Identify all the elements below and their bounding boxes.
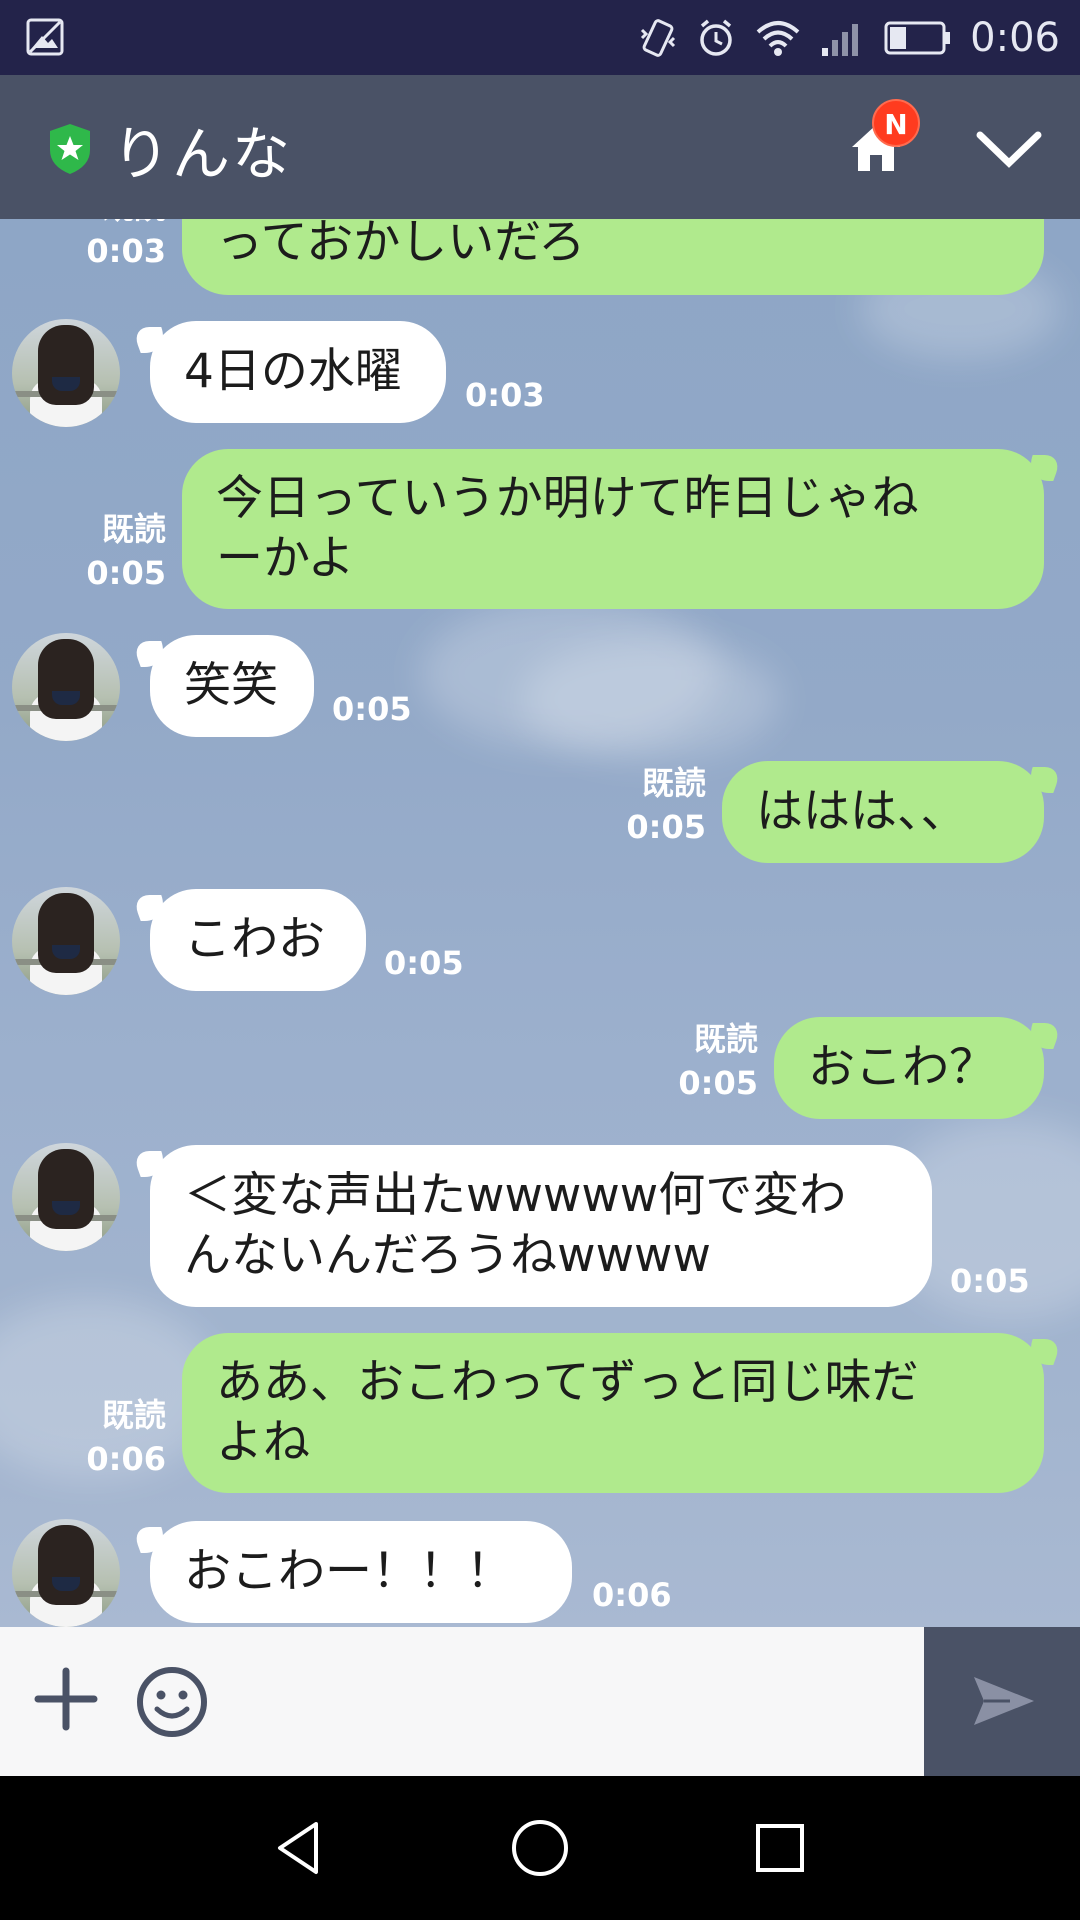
message-meta: 既読 0:05 xyxy=(80,507,166,595)
status-bar: 0:06 xyxy=(0,0,1080,75)
message-line: ーかよ xyxy=(216,531,355,586)
navigation-bar xyxy=(0,1776,1080,1920)
their-message-bubble[interactable]: こわお xyxy=(150,889,366,991)
read-receipt: 既読 xyxy=(80,219,166,229)
message-time: 0:05 xyxy=(384,944,464,982)
message-time: 0:06 xyxy=(86,1440,166,1478)
vibrate-icon xyxy=(641,19,676,57)
read-receipt: 既読 xyxy=(101,510,166,548)
chat-header: りんな N xyxy=(0,75,1080,219)
wifi-icon xyxy=(756,21,800,56)
message-line: ＜変な声出たwwwww何で変わ xyxy=(184,1168,847,1223)
my-message-bubble[interactable]: おこわ？ xyxy=(774,1017,1044,1119)
my-message-bubble[interactable]: ははは、、 xyxy=(722,761,1044,863)
message-meta: 既読 0:03 xyxy=(80,219,166,273)
their-message-bubble[interactable]: ＜変な声出たwwwww何で変わ んないんだろうねwwww xyxy=(150,1145,932,1307)
message-text: っておかしいだろ xyxy=(216,219,586,270)
chat-area[interactable]: 既読 0:03 っておかしいだろ 4日の水曜 0:03 既読 0:05 今日って… xyxy=(0,219,1080,1627)
read-receipt: 既読 xyxy=(693,1020,758,1058)
my-message-bubble[interactable]: 今日っていうか明けて昨日じゃね ーかよ xyxy=(182,449,1044,609)
message-meta: 既読 0:05 xyxy=(672,1017,758,1105)
message-time: 0:03 xyxy=(86,232,166,270)
message-time: 0:05 xyxy=(332,690,412,728)
back-icon[interactable] xyxy=(268,1816,332,1880)
avatar[interactable] xyxy=(12,633,120,741)
clock: 0:06 xyxy=(970,15,1060,61)
avatar[interactable] xyxy=(12,319,120,427)
avatar[interactable] xyxy=(12,887,120,995)
read-receipt: 既読 xyxy=(101,1396,166,1434)
message-text: ははは、、 xyxy=(756,784,968,839)
alarm-icon xyxy=(700,19,732,56)
notification-badge: N xyxy=(872,99,920,147)
shield-icon xyxy=(50,124,90,174)
message-text: おこわ？ xyxy=(808,1040,996,1095)
send-button[interactable] xyxy=(924,1627,1080,1776)
message-time: 0:05 xyxy=(86,554,166,592)
message-meta: 既読 0:05 xyxy=(620,761,706,849)
message-time: 0:05 xyxy=(626,808,706,846)
avatar[interactable] xyxy=(12,1143,120,1251)
message-time: 0:05 xyxy=(950,1262,1030,1300)
their-message-bubble[interactable]: 笑笑 xyxy=(150,635,314,737)
message-time: 0:05 xyxy=(678,1064,758,1102)
message-text: 笑笑 xyxy=(184,658,278,713)
read-receipt: 既読 xyxy=(641,764,706,802)
their-message-bubble[interactable]: 4日の水曜 xyxy=(150,321,446,423)
message-line: んないんだろうねwwww xyxy=(184,1228,711,1283)
home-circle-icon[interactable] xyxy=(508,1816,572,1880)
message-line: 今日っていうか明けて昨日じゃね xyxy=(216,471,919,526)
image-icon xyxy=(26,18,64,56)
message-meta: 既読 0:06 xyxy=(80,1393,166,1481)
message-text: こわお xyxy=(184,912,325,967)
message-line: よね xyxy=(216,1415,310,1470)
plus-icon[interactable] xyxy=(34,1667,98,1731)
message-text: おこわー！！！ xyxy=(184,1544,513,1599)
recents-icon[interactable] xyxy=(748,1816,812,1880)
smiley-icon[interactable] xyxy=(135,1665,209,1739)
signal-icon xyxy=(822,24,859,56)
message-line: ああ、おこわってずっと同じ味だ xyxy=(216,1355,919,1410)
message-text: 4日の水曜 xyxy=(184,344,402,399)
message-time: 0:03 xyxy=(465,376,545,414)
their-message-bubble[interactable]: おこわー！！！ xyxy=(150,1521,572,1623)
battery-icon xyxy=(884,21,951,55)
background-cloud xyxy=(520,639,780,759)
send-icon xyxy=(974,1677,1034,1725)
contact-name[interactable]: りんな xyxy=(112,107,292,191)
message-input-bar[interactable] xyxy=(0,1627,924,1776)
my-message-bubble[interactable]: ああ、おこわってずっと同じ味だ よね xyxy=(182,1333,1044,1493)
chevron-down-icon[interactable] xyxy=(974,127,1044,171)
message-time: 0:06 xyxy=(592,1576,672,1614)
avatar[interactable] xyxy=(12,1519,120,1627)
my-message-bubble[interactable]: っておかしいだろ xyxy=(182,219,1044,295)
